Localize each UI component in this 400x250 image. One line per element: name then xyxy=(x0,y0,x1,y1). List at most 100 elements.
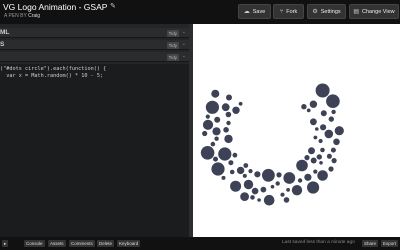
gear-icon: ⚙ xyxy=(312,9,318,15)
logo-dot xyxy=(262,168,275,182)
logo-dot xyxy=(232,152,238,158)
logo-dot xyxy=(202,130,208,137)
chevron-down-icon[interactable]: ⌄ xyxy=(182,41,186,47)
logo-dot xyxy=(226,120,231,126)
logo-dot xyxy=(313,135,318,140)
logo-dot xyxy=(276,172,282,178)
logo-dot xyxy=(211,89,220,98)
logo-dot xyxy=(232,106,240,115)
html-tidy-button[interactable]: Tidy xyxy=(166,29,179,37)
chevron-down-icon[interactable]: ⌄ xyxy=(182,29,186,35)
fork-icon: ⑂ xyxy=(279,8,284,15)
code-line-2: var x = Math.random() * 10 - 5; xyxy=(0,73,104,79)
logo-dot xyxy=(318,138,323,144)
preview-pane xyxy=(193,24,400,237)
logo-dot xyxy=(242,173,247,178)
comments-button[interactable]: Comments xyxy=(69,240,95,247)
logo-dot xyxy=(238,101,243,106)
logo-dot xyxy=(218,147,232,161)
keyboard-button[interactable]: Keyboard xyxy=(117,240,141,247)
logo-dot xyxy=(317,170,328,181)
logo-dot xyxy=(211,162,225,176)
js-panel-header[interactable]: Tidy ⌄ xyxy=(0,52,189,62)
logo-dot xyxy=(320,110,327,117)
logo-dot xyxy=(310,118,317,126)
logo-dot xyxy=(205,100,219,114)
logo-dot xyxy=(296,159,308,172)
logo-dot xyxy=(226,94,232,101)
logo-dot xyxy=(315,127,319,131)
logo-dot xyxy=(224,134,233,144)
save-button[interactable]: ☁ Save xyxy=(238,4,271,19)
change-view-button[interactable]: ▤ Change View xyxy=(349,4,399,19)
logo-dot xyxy=(243,179,254,190)
fork-button[interactable]: ⑂ Fork xyxy=(273,4,304,19)
logo-dot xyxy=(291,185,303,196)
logo-dot xyxy=(280,192,285,197)
pencil-icon[interactable]: ✎ xyxy=(110,2,116,10)
logo-dot xyxy=(225,111,232,118)
pen-title[interactable]: VG Logo Animation - GSAP xyxy=(3,2,107,12)
logo-dot xyxy=(333,138,340,146)
export-button[interactable]: Export xyxy=(381,240,399,247)
logo-dot xyxy=(315,83,330,98)
logo-dot xyxy=(319,161,323,165)
logo-dot xyxy=(326,153,332,159)
logo-dot xyxy=(229,169,235,175)
logo-dot xyxy=(251,187,259,195)
logo-dot xyxy=(304,173,312,181)
logo-dot xyxy=(334,126,344,136)
logo-dot xyxy=(331,158,337,164)
logo-dot xyxy=(275,181,280,186)
logo-dot xyxy=(205,114,210,119)
logo-dot xyxy=(228,160,234,166)
logo-dot xyxy=(326,94,340,108)
logo-dot xyxy=(212,127,221,136)
logo-dot xyxy=(254,171,261,178)
settings-label: Settings xyxy=(320,8,341,15)
footer-bar: ▸ Console Assets Comments Delete Keyboar… xyxy=(0,237,400,250)
footer-menu-icon[interactable]: ▸ xyxy=(2,240,9,247)
share-button[interactable]: Share xyxy=(362,240,379,247)
chevron-down-icon[interactable]: ⌄ xyxy=(182,53,186,59)
assets-button[interactable]: Assets xyxy=(48,240,66,247)
html-panel-header[interactable]: ML Tidy ⌄ xyxy=(0,28,189,38)
save-label: Save xyxy=(252,8,266,15)
delete-button[interactable]: Delete xyxy=(97,240,115,247)
logo-dot xyxy=(330,147,336,153)
logo-dot xyxy=(297,178,303,183)
logo-dot xyxy=(328,166,334,172)
html-panel-label: ML xyxy=(0,29,10,36)
js-tidy-button[interactable]: Tidy xyxy=(166,53,179,61)
logo-dot xyxy=(313,169,318,174)
logo-dot xyxy=(221,175,226,180)
logo-dot xyxy=(301,104,307,110)
logo-dot xyxy=(283,172,296,184)
logo-dot xyxy=(310,157,317,164)
logo-dot xyxy=(331,109,336,115)
author-prefix: A PEN BY xyxy=(4,13,27,19)
top-header: VG Logo Animation - GSAP ✎ A PEN BY Crai… xyxy=(0,0,400,24)
author-link[interactable]: Craig xyxy=(28,13,40,19)
css-panel-header[interactable]: S Tidy ⌄ xyxy=(0,40,189,50)
logo-dot xyxy=(250,195,255,200)
logo-dot xyxy=(260,186,267,193)
css-tidy-button[interactable]: Tidy xyxy=(166,41,179,49)
console-button[interactable]: Console xyxy=(24,240,45,247)
logo-dot xyxy=(210,141,216,147)
logo-dot xyxy=(309,100,318,108)
logo-dot xyxy=(270,184,275,189)
logo-dot xyxy=(304,155,310,161)
logo-dot xyxy=(240,192,249,202)
logo-dot xyxy=(248,169,253,174)
settings-button[interactable]: ⚙ Settings xyxy=(307,4,346,19)
change-view-label: Change View xyxy=(362,8,395,15)
logo-dot xyxy=(324,129,334,139)
logo-dot xyxy=(243,163,249,168)
editor-column: ML Tidy ⌄ S Tidy ⌄ Tidy ⌄ ("#dots circle… xyxy=(0,24,189,237)
logo-dot xyxy=(221,103,230,112)
js-code-editor[interactable]: ("#dots circle").each(function() { var x… xyxy=(0,64,189,237)
logo-dot xyxy=(257,198,261,202)
logo-dot xyxy=(236,166,245,175)
logo-dot xyxy=(286,188,290,192)
